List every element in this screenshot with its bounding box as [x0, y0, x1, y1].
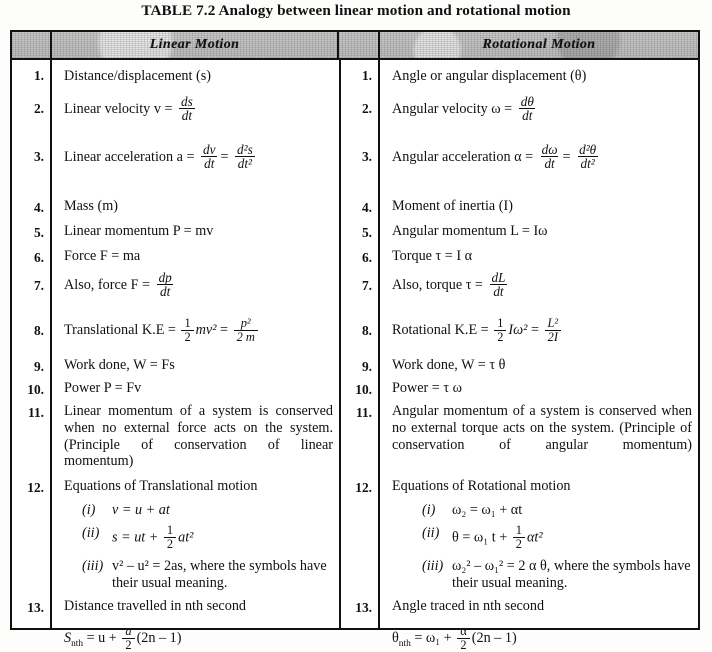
linear-row-2: Linear velocity v = ds dt [64, 95, 333, 124]
number-column-left: 1. 2. 3. 4. 5. 6. 7. 8. 9. 10. 11. 12. 1… [12, 60, 52, 628]
linear-row-13-formula: Snth = u + a 2 (2n – 1) [64, 624, 182, 652]
fraction-alpha-2: α 2 [457, 625, 470, 651]
row-number-4: 4. [33, 200, 44, 215]
linear-row-5: Linear momentum P = mv [64, 223, 214, 239]
header-cell-linear: Linear Motion [52, 32, 339, 58]
row-number-right-2: 2. [361, 101, 372, 116]
header-label-linear: Linear Motion [149, 37, 240, 52]
row-number-3: 3. [33, 149, 44, 164]
header-cell-number-left [12, 32, 52, 58]
linear-equation-ii: (ii) s = ut + 1 2 at² [82, 523, 194, 551]
header-label-rotational: Rotational Motion [482, 37, 596, 52]
row-number-right-4: 4. [361, 200, 372, 215]
rotational-row-4: Moment of inertia (I) [392, 198, 513, 214]
header-cell-number-right [339, 32, 380, 58]
row-number-right-7: 7. [361, 278, 372, 293]
fraction-d2theta-dt2: d²θ dt² [577, 142, 598, 172]
rotational-motion-column: Angle or angular displacement (θ) Angula… [380, 60, 698, 651]
row-number-1: 1. [33, 68, 44, 83]
linear-row-4: Mass (m) [64, 198, 118, 214]
rotational-row-12-title: Equations of Rotational motion [392, 478, 571, 494]
linear-row-13-title: Distance travelled in nth second [64, 598, 247, 614]
row-number-11: 11. [28, 405, 44, 420]
linear-row-3: Linear acceleration a = dv dt = d²s dt² [64, 142, 333, 172]
rotational-row-8: Rotational K.E = 1 2 Iω² = L² 2I [392, 317, 692, 344]
rotational-row-10: Power = τ ω [392, 380, 462, 396]
row-number-12: 12. [27, 480, 44, 495]
rotational-row-6: Torque τ = I α [392, 248, 473, 264]
fraction-p2-2m: p² 2 m [233, 317, 258, 343]
row-number-9: 9. [33, 359, 44, 374]
fraction-a-2: a 2 [122, 625, 135, 651]
row-number-right-6: 6. [361, 250, 372, 265]
row-number-8: 8. [33, 323, 44, 338]
linear-row-8: Translational K.E = 1 2 mv² = p² 2 m [64, 317, 333, 344]
row-number-right-5: 5. [361, 225, 372, 240]
table-page: TABLE 7.2 Analogy between linear motion … [0, 0, 712, 651]
rotational-row-13-title: Angle traced in nth second [392, 598, 545, 614]
linear-row-7: Also, force F = dp dt [64, 270, 333, 300]
fraction-dtheta-dt: dθ dt [519, 94, 536, 124]
row-number-7: 7. [33, 278, 44, 293]
fraction-ds-dt: ds dt [178, 95, 196, 123]
rotational-row-7: Also, torque τ = dL dt [392, 270, 692, 300]
linear-row-1: Distance/displacement (s) [64, 68, 211, 84]
table-header-row: Linear Motion Rotational Motion [12, 32, 698, 60]
row-number-right-9: 9. [361, 359, 372, 374]
rotational-equation-iii: (iii) ω₂² – ω₁² = 2 α θ, where the symbo… [422, 558, 691, 592]
fraction-one-half-rotational: 1 2 [494, 317, 507, 343]
linear-equation-list: (i) v = u + at (ii) s = ut + 1 2 at² (ii… [82, 502, 333, 594]
rotational-row-11: Angular momentum of a system is conserve… [392, 403, 692, 453]
fraction-dv-dt: dv dt [201, 142, 218, 172]
rotational-row-5: Angular momentum L = Iω [392, 223, 548, 239]
row-number-right-12: 12. [355, 480, 372, 495]
rotational-row-2: Angular velocity ω = dθ dt [392, 94, 692, 124]
row-number-5: 5. [33, 225, 44, 240]
row-number-right-1: 1. [361, 68, 372, 83]
row-number-right-10: 10. [355, 382, 372, 397]
linear-row-10: Power P = Fv [64, 380, 142, 396]
row-number-right-13: 13. [355, 600, 372, 615]
rotational-equation-list: (i) ω₂ = ω₁ + αt (ii) θ = ω₁ t + 1 2 αt² [422, 502, 692, 594]
number-column-right: 1. 2. 3. 4. 5. 6. 7. 8. 9. 10. 11. 12. 1… [339, 60, 380, 628]
linear-motion-column: Distance/displacement (s) Linear velocit… [52, 60, 339, 651]
rotational-row-9: Work done, W = τ θ [392, 357, 506, 373]
row-number-2: 2. [33, 101, 44, 116]
linear-row-9: Work done, W = Fs [64, 357, 175, 373]
row-number-right-3: 3. [361, 149, 372, 164]
rotational-equation-ii: (ii) θ = ω₁ t + 1 2 αt² [422, 523, 543, 551]
linear-equation-i: (i) v = u + at [82, 502, 170, 518]
fraction-L2-2I: L² 2I [544, 317, 562, 343]
header-cell-rotational: Rotational Motion [380, 32, 698, 58]
rotational-row-1: Angle or angular displacement (θ) [392, 68, 587, 84]
fraction-one-half-linear-eq: 1 2 [163, 524, 177, 550]
fraction-domega-dt: dω dt [541, 142, 558, 172]
rotational-row-13-formula: θnth = ω₁ + α 2 (2n – 1) [392, 624, 517, 652]
rotational-row-3: Angular acceleration α = dω dt = d²θ dt² [392, 142, 692, 172]
linear-equation-iii: (iii) v² – u² = 2as, where the symbols h… [82, 558, 327, 592]
fraction-one-half-linear: 1 2 [181, 317, 194, 343]
rotational-equation-i: (i) ω₂ = ω₁ + αt [422, 502, 523, 518]
row-number-13: 13. [27, 600, 44, 615]
linear-row-6: Force F = ma [64, 248, 141, 264]
fraction-dp-dt: dp dt [157, 270, 174, 300]
fraction-dL-dt: dL dt [490, 270, 507, 300]
fraction-d2s-dt2: d²s dt² [234, 143, 256, 171]
row-number-right-8: 8. [361, 323, 372, 338]
row-number-right-11: 11. [356, 405, 372, 420]
page-title: TABLE 7.2 Analogy between linear motion … [141, 2, 571, 19]
linear-row-11: Linear momentum of a system is conserved… [64, 403, 333, 470]
row-number-6: 6. [33, 250, 44, 265]
fraction-one-half-rotational-eq: 1 2 [512, 524, 525, 550]
table-body: 1. 2. 3. 4. 5. 6. 7. 8. 9. 10. 11. 12. 1… [12, 60, 698, 651]
analogy-table: Linear Motion Rotational Motion 1. 2. 3.… [10, 30, 700, 651]
row-number-10: 10. [27, 382, 44, 397]
linear-row-12-title: Equations of Translational motion [64, 478, 258, 494]
